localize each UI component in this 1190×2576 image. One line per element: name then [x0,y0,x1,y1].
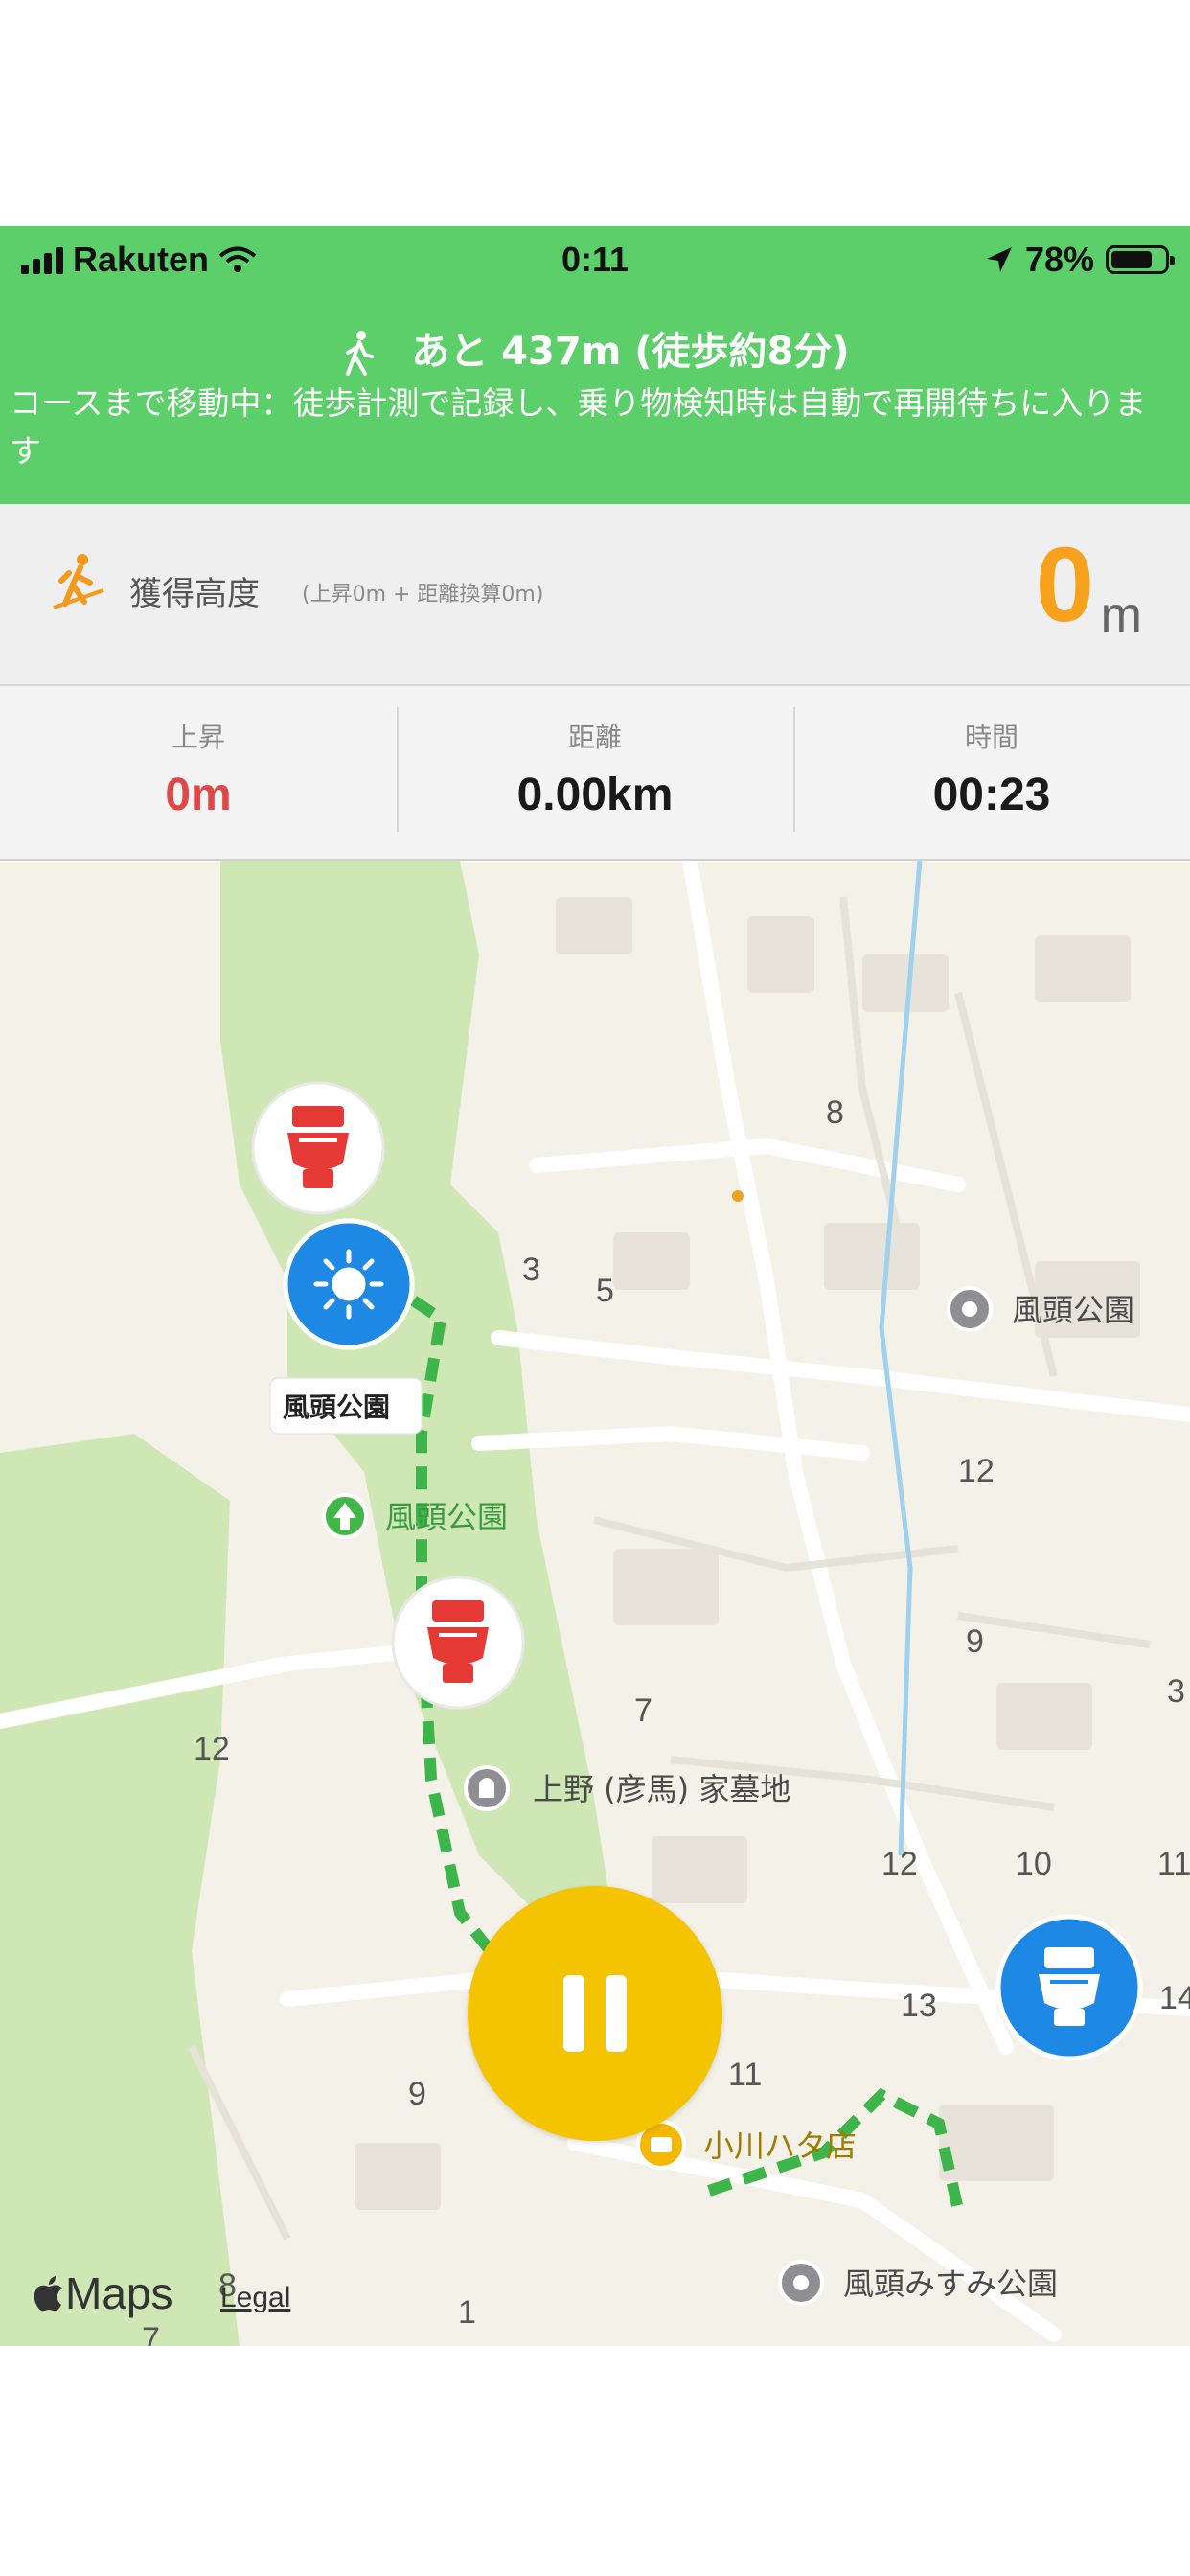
map-number: 10 [1016,1846,1052,1882]
stat-value: 00:23 [932,770,1051,820]
map-number: 13 [901,1988,937,2024]
status-bar-right: 78% [985,240,1175,280]
map-number: 5 [596,1273,614,1309]
status-message: コースまで移動中：徒歩計測で記録し、乗り物検知時は自動で再開待ちに入ります [10,384,1147,470]
stat-label: 距離 [567,722,622,753]
altitude-value: 0 [1035,526,1094,644]
poi-kazagashira-park-east[interactable]: 風頭公園 [947,1286,1134,1332]
remaining-distance: あと 437m (徒歩約8分) [0,320,1190,378]
map-number: 1 [458,2294,476,2331]
map-number: 12 [194,1731,230,1767]
legal-link[interactable]: Legal [220,2282,290,2314]
map-number: 9 [408,2076,426,2112]
pause-icon-bar [606,1975,627,2052]
remaining-text: あと 437m (徒歩約8分) [411,330,850,374]
stat-label: 時間 [964,722,1018,753]
walking-person-icon [346,331,375,376]
map-number: 8 [826,1094,844,1131]
stat-value: 0.00km [516,770,674,820]
poi-label: 風頭公園 [1012,1292,1134,1328]
poi-ogawa-hata-shop[interactable]: 小川ハタ店 [636,2120,857,2170]
stat-ascent: 上昇 0m [0,686,397,859]
stat-time: 時間 00:23 [793,686,1190,859]
toilet-marker-middle[interactable] [391,1576,525,1710]
poi-label: 上野 (彦馬) 家墓地 [533,1771,790,1807]
altitude-breakdown: (上昇0m + 距離換算0m) [302,583,544,607]
sun-icon [313,1249,384,1320]
hiker-icon [53,554,104,610]
map-number: 12 [881,1846,918,1882]
navigation-banner: Rakuten 0:11 78% あと 437m (徒歩約8分) コースまで移動… [0,226,1190,504]
apple-maps-logo: Maps [33,2267,172,2319]
poi-label: 風頭公園 [385,1499,508,1535]
map-number: 12 [958,1453,995,1489]
map-number: 9 [966,1623,984,1660]
pause-button[interactable] [468,1886,722,2141]
poi-card-label: 風頭公園 [283,1392,390,1423]
battery-icon [1106,245,1175,274]
altitude-unit: m [1100,587,1142,643]
maps-text: Maps [65,2268,173,2318]
map-number: 3 [522,1252,540,1288]
altitude-label: 獲得高度 [129,575,260,613]
stat-value: 0m [165,770,232,820]
location-dot [732,1190,744,1202]
map-number: 11 [728,2057,762,2093]
map-number: 11 [1157,1846,1190,1882]
poi-kazagashira-park-tree[interactable]: 風頭公園 [322,1493,508,1539]
location-arrow-icon [986,247,1012,272]
stats-bar: 上昇 0m 距離 0.00km 時間 00:23 [0,686,1190,861]
altitude-gain-panel: 獲得高度 (上昇0m + 距離換算0m) 0 m [0,504,1190,686]
battery-percent: 78% [1024,240,1094,279]
map-number: 14 [1159,1980,1190,2016]
poi-label: 小川ハタ店 [703,2128,857,2164]
map-number: 7 [142,2321,160,2346]
toilet-marker-blue[interactable] [995,1914,1143,2061]
app-screen: 8 3 5 12 9 7 12 12 10 11 3 14 13 11 9 8 … [0,226,1190,2346]
sun-marker[interactable] [283,1218,415,1350]
stat-label: 上昇 [171,722,225,753]
toilet-marker-top[interactable] [251,1081,385,1215]
poi-kazagashira-park-card[interactable]: 風頭公園 [269,1377,423,1435]
pause-icon-bar [563,1975,584,2052]
poi-label: 風頭みすみ公園 [843,2266,1058,2302]
stat-distance: 距離 0.00km [397,686,793,859]
map-number: 7 [634,1692,652,1729]
map-number: 3 [1167,1673,1185,1710]
apple-icon [34,2276,62,2312]
